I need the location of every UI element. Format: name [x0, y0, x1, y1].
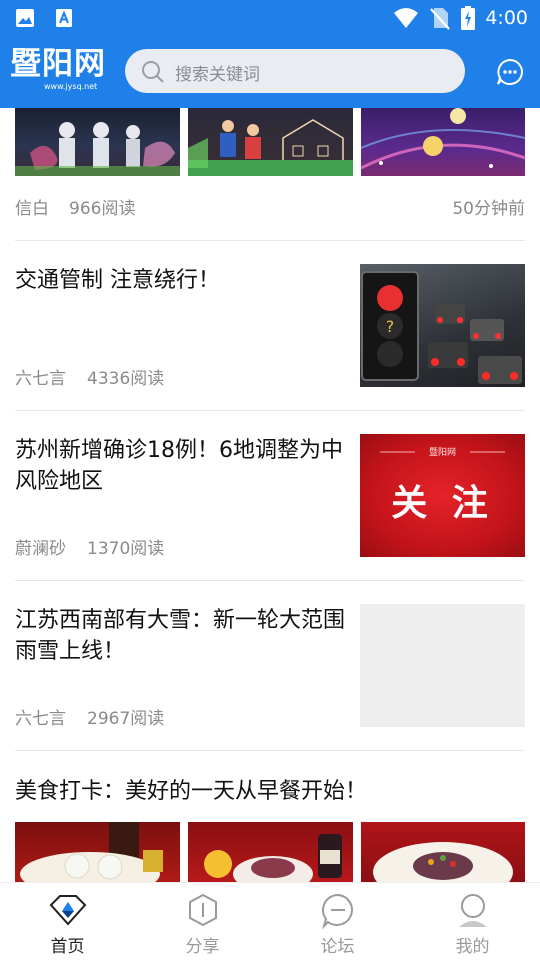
article-title: 江苏西南部有大雪：新一轮大范围雨雪上线！	[15, 608, 346, 664]
profile-icon	[458, 894, 487, 927]
article-thumbnail-placeholder	[360, 604, 525, 727]
feed-image	[188, 822, 353, 882]
app-header: 暨阳网 www.jysq.net 搜索关键词	[0, 36, 540, 108]
search-bar[interactable]: 搜索关键词	[125, 49, 465, 93]
site-logo[interactable]: 暨阳网 www.jysq.net	[10, 46, 110, 96]
tab-label: 论坛	[320, 937, 355, 957]
logo-text: 暨阳网	[10, 46, 106, 82]
clock: 4:00	[485, 7, 528, 29]
feed-image	[361, 108, 525, 176]
feed-image	[15, 108, 180, 176]
article-title: 苏州新增确诊18例！6地调整为中风险地区	[15, 438, 343, 494]
status-bar: 4:00	[0, 0, 540, 36]
feed-image	[361, 822, 525, 882]
feed-image	[15, 822, 180, 882]
article-title: 交通管制 注意绕行！	[15, 268, 220, 293]
battery-icon	[461, 6, 476, 30]
tab-forum[interactable]: 论坛	[270, 883, 405, 961]
article-author: 蔚澜砂	[15, 539, 66, 559]
divider	[15, 410, 525, 411]
article-thumbnail: ?	[360, 264, 525, 387]
tab-label: 分享	[185, 937, 220, 957]
read-count: 1370阅读	[87, 539, 165, 559]
home-diamond-icon	[49, 895, 86, 926]
svg-text:?: ?	[386, 317, 395, 336]
post-time: 50分钟前	[452, 199, 525, 219]
article-thumbnail: 暨阳网 关 注	[360, 434, 525, 557]
no-sim-icon	[430, 8, 451, 30]
share-hexagon-icon	[188, 893, 217, 927]
divider	[15, 750, 525, 751]
feed-image	[188, 108, 353, 176]
read-count: 2967阅读	[87, 709, 165, 729]
search-icon	[142, 61, 164, 83]
news-feed[interactable]: 信白 966阅读 50分钟前 交通管制 注意绕行！ 六七言 4336阅读 ? 苏…	[0, 108, 540, 882]
text-app-icon	[56, 9, 72, 27]
article-author: 信白	[15, 199, 49, 219]
read-count: 966阅读	[69, 199, 136, 219]
divider	[15, 580, 525, 581]
tab-profile[interactable]: 我的	[405, 883, 540, 961]
divider	[15, 240, 525, 241]
tab-label: 我的	[455, 937, 490, 957]
article-author: 六七言	[15, 369, 66, 389]
logo-subtext: www.jysq.net	[44, 82, 98, 91]
forum-bubble-icon	[321, 893, 353, 929]
message-icon[interactable]	[496, 58, 524, 86]
tab-home[interactable]: 首页	[0, 883, 135, 961]
wifi-icon	[394, 8, 419, 28]
search-placeholder: 搜索关键词	[175, 65, 260, 85]
read-count: 4336阅读	[87, 369, 165, 389]
image-icon	[16, 9, 34, 27]
article-title: 美食打卡：美好的一天从早餐开始！	[15, 779, 368, 804]
article-author: 六七言	[15, 709, 66, 729]
tab-share[interactable]: 分享	[135, 883, 270, 961]
bottom-tab-bar: 首页 分享 论坛 我的	[0, 882, 540, 961]
tab-label: 首页	[50, 937, 85, 957]
